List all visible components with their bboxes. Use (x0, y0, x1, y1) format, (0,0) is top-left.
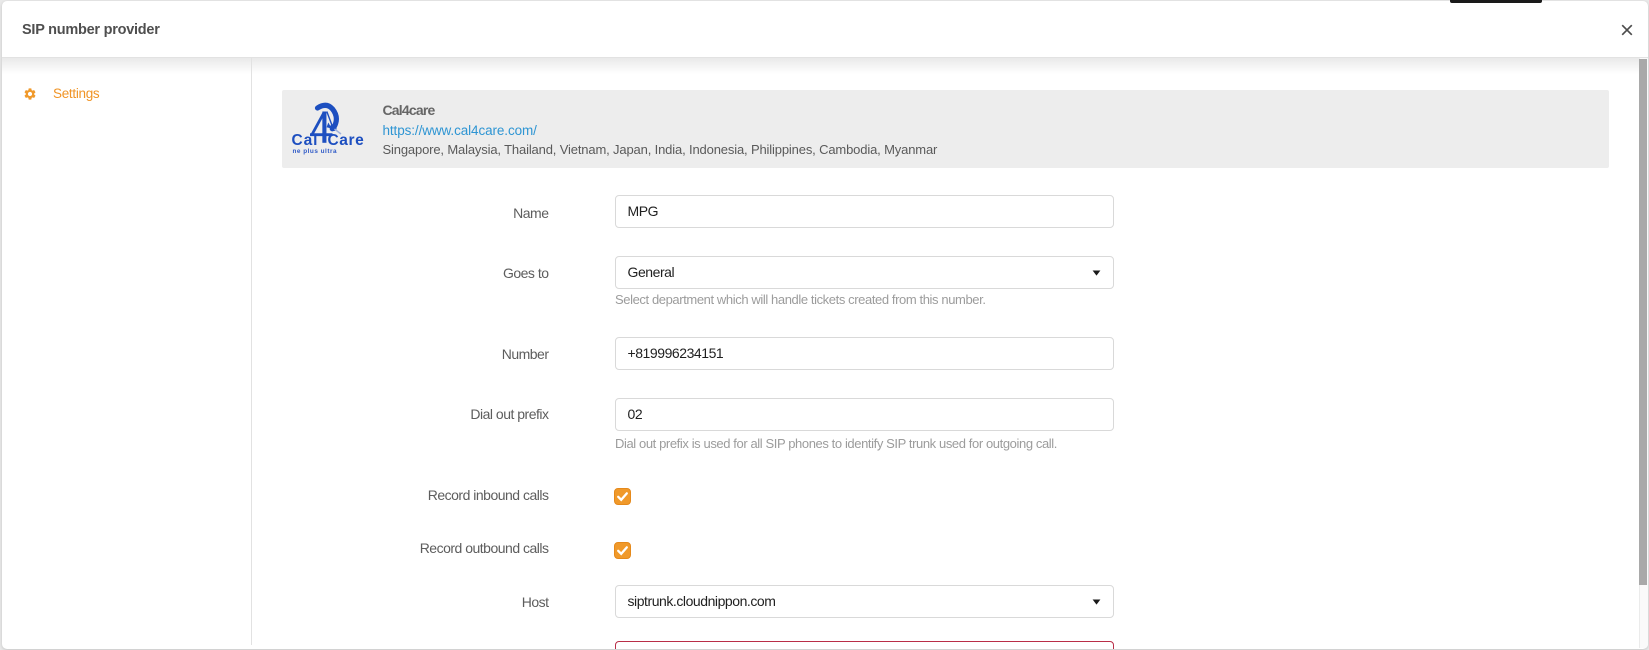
svg-text:ne plus ultra: ne plus ultra (293, 148, 338, 155)
svg-text:Care: Care (328, 132, 365, 149)
svg-text:Cal: Cal (292, 132, 319, 149)
